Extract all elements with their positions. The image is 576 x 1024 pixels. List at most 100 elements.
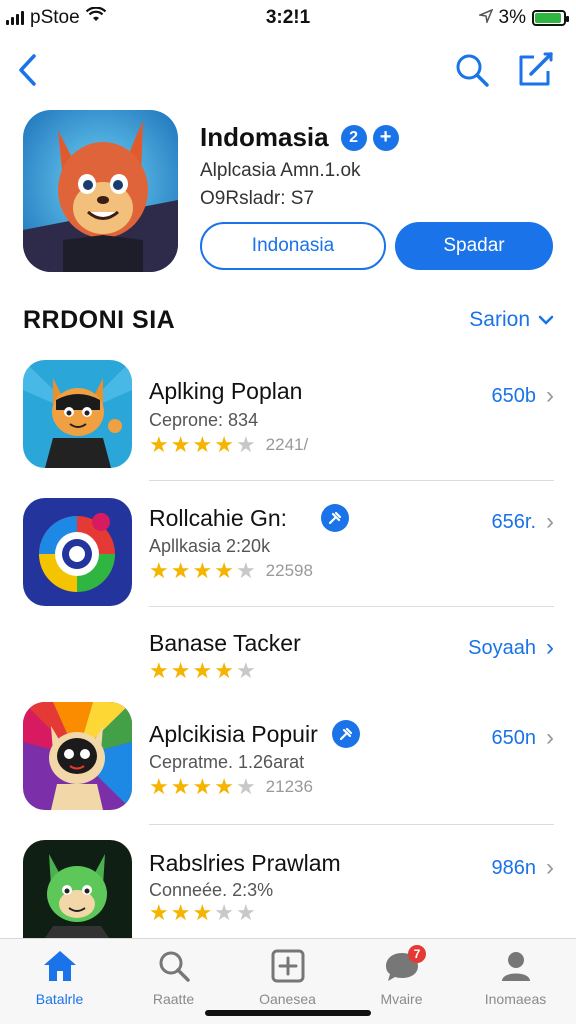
- tab-messages[interactable]: 7 Mvaire: [344, 945, 459, 1011]
- list-item[interactable]: Aplcikisia Popuir Cepratme. 1.26arat ★ ★…: [0, 698, 576, 825]
- list-item[interactable]: Rollcahie Gn: Apllkasia 2:20k ★ ★ ★ ★ ★ …: [0, 490, 576, 616]
- star-empty-icon: ★: [235, 774, 256, 799]
- featured-title: Indomasia: [200, 122, 329, 152]
- status-bar: pStoe 3:2!1 3%: [0, 0, 576, 36]
- section-link-label: Sarion: [469, 308, 530, 331]
- app-subtitle: Ceprone: 834: [149, 410, 259, 430]
- app-name: Aplking Poplan: [149, 378, 303, 404]
- location-arrow-icon: [476, 7, 493, 29]
- app-icon: [23, 360, 132, 468]
- rating-count: 22598: [265, 561, 313, 580]
- star-rating: ★ ★ ★ ★ ★: [149, 660, 256, 682]
- add-badge[interactable]: +: [372, 124, 399, 151]
- app-name: Rabslries Prawlam: [149, 850, 341, 876]
- rating-count: 2241/: [265, 435, 309, 454]
- star-empty-icon: ★: [235, 658, 256, 683]
- star-icon: ★: [192, 432, 213, 457]
- list-item[interactable]: Banase Tacker ★ ★ ★ ★ ★ Soyaah ›: [0, 616, 576, 686]
- star-rating: ★ ★ ★ ★ ★ 21236: [149, 776, 313, 798]
- star-icon: ★: [214, 774, 234, 799]
- featured-app-icon[interactable]: [23, 110, 178, 272]
- featured-subtitle: Alplcasia Amn.1.ok: [200, 160, 361, 181]
- chat-bubble-icon: 7: [344, 945, 459, 985]
- star-icon: ★: [192, 558, 213, 583]
- rating-count: 21236: [265, 777, 313, 796]
- secondary-button[interactable]: Indonasia: [200, 222, 386, 270]
- chevron-right-icon: ›: [546, 508, 554, 535]
- star-half-icon: ★: [235, 432, 256, 457]
- app-action-label: Soyaah: [468, 636, 536, 659]
- app-subtitle: Conneée. 2:3%: [149, 880, 274, 900]
- primary-button[interactable]: Spadar: [395, 222, 553, 270]
- chevron-down-icon: [538, 308, 554, 332]
- tab-label: Batalrle: [35, 991, 84, 1007]
- star-empty-icon: ★: [235, 900, 256, 925]
- chevron-right-icon: ›: [546, 854, 554, 881]
- tab-label: Mvaire: [380, 991, 423, 1007]
- star-icon: ★: [192, 658, 213, 683]
- featured-meta: O9Rsladr: S7: [200, 188, 315, 209]
- battery-percent: 3%: [498, 7, 526, 28]
- star-icon: ★: [214, 558, 234, 583]
- tab-create[interactable]: Oanesea: [230, 947, 345, 1011]
- star-icon: ★: [170, 774, 191, 799]
- tab-label: Raatte: [152, 991, 195, 1007]
- star-icon: ★: [170, 432, 191, 457]
- app-subtitle: Cepratme. 1.26arat: [149, 752, 305, 772]
- tab-label: Inomaeas: [484, 991, 547, 1007]
- star-icon: ★: [149, 658, 169, 683]
- list-item[interactable]: Aplking Poplan Ceprone: 834 ★ ★ ★ ★ ★ 22…: [0, 352, 576, 481]
- app-action-label: 650n: [491, 726, 537, 749]
- section-title: RRDONI SIA: [23, 306, 176, 334]
- star-icon: ★: [149, 558, 169, 583]
- divider: [149, 606, 554, 607]
- featured-title-row: Indomasia 2 +: [200, 122, 399, 153]
- app-action-label: 986n: [491, 856, 537, 879]
- add-square-icon: [230, 947, 345, 985]
- star-icon: ★: [192, 900, 213, 925]
- star-icon: ★: [170, 658, 191, 683]
- app-name: Rollcahie Gn:: [149, 504, 288, 531]
- pin-badge-icon: [331, 720, 360, 748]
- app-icon: [23, 498, 132, 606]
- tab-search[interactable]: Raatte: [116, 947, 231, 1011]
- chevron-right-icon: ›: [546, 382, 554, 409]
- app-name: Aplcikisia Popuir: [149, 720, 318, 747]
- battery-icon: [532, 10, 569, 26]
- chevron-right-icon: ›: [546, 724, 554, 751]
- star-icon: ★: [149, 900, 169, 925]
- app-action-label: 650b: [491, 384, 537, 407]
- star-icon: ★: [170, 558, 191, 583]
- pin-badge-icon: [321, 504, 350, 532]
- compose-icon[interactable]: [515, 50, 555, 90]
- app-icon: [23, 702, 132, 810]
- star-empty-icon: ★: [235, 558, 256, 583]
- chevron-right-icon: ›: [546, 634, 554, 661]
- star-icon: ★: [192, 774, 213, 799]
- star-icon: ★: [149, 432, 169, 457]
- count-badge: 2: [340, 124, 367, 151]
- app-name-row: Aplking Poplan: [149, 378, 302, 405]
- list-item[interactable]: Rabslries Prawlam Conneée. 2:3% ★ ★ ★ ★ …: [0, 836, 576, 938]
- tab-bar: Batalrle Raatte Oanesea 7 Mvaire Inomaea…: [0, 938, 576, 1024]
- star-icon: ★: [214, 658, 234, 683]
- tab-profile[interactable]: Inomaeas: [458, 947, 573, 1011]
- app-action[interactable]: 656r. ›: [492, 508, 554, 536]
- nav-bar: [0, 44, 576, 96]
- chevron-left-icon[interactable]: [8, 50, 48, 90]
- home-icon: [2, 947, 117, 985]
- app-action[interactable]: 986n ›: [492, 854, 555, 882]
- app-name-row: Banase Tacker: [149, 630, 301, 657]
- star-icon: ★: [214, 432, 234, 457]
- star-half-icon: ★: [214, 900, 234, 925]
- star-rating: ★ ★ ★ ★ ★ 2241/: [149, 434, 308, 456]
- app-action[interactable]: 650n ›: [492, 724, 555, 752]
- app-subtitle: Apllkasia 2:20k: [149, 536, 271, 556]
- app-name-row: Aplcikisia Popuir: [149, 720, 360, 748]
- divider: [149, 480, 554, 481]
- section-sort-dropdown[interactable]: Sarion: [469, 308, 554, 332]
- tab-home[interactable]: Batalrle: [2, 947, 117, 1011]
- app-action[interactable]: 650b ›: [492, 382, 555, 410]
- app-action[interactable]: Soyaah ›: [468, 634, 554, 662]
- search-icon[interactable]: [452, 50, 492, 90]
